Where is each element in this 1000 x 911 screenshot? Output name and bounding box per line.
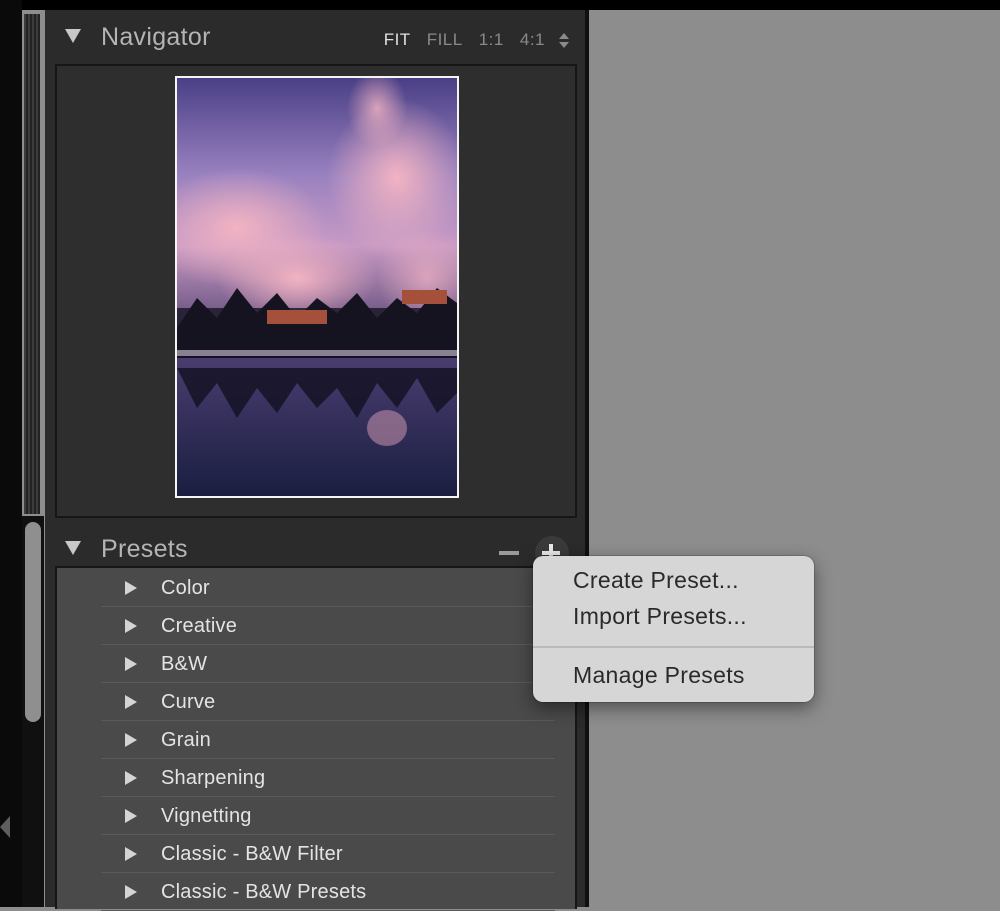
disclosure-triangle-right-icon[interactable]: [125, 771, 137, 785]
navigator-preview[interactable]: [55, 64, 577, 518]
zoom-fit[interactable]: FIT: [384, 30, 411, 50]
window-top-strip: [0, 0, 1000, 10]
menu-item-manage-presets[interactable]: Manage Presets: [573, 662, 745, 689]
disclosure-triangle-right-icon[interactable]: [125, 619, 137, 633]
disclosure-triangle-down-icon[interactable]: [65, 29, 81, 43]
disclosure-triangle-down-icon[interactable]: [65, 541, 81, 555]
preset-folder-label: Sharpening: [161, 767, 266, 789]
disclosure-triangle-right-icon[interactable]: [125, 581, 137, 595]
preset-folder-label: Vignetting: [161, 805, 252, 827]
panel-scrollbar-thumb[interactable]: [25, 522, 41, 722]
preset-folder-classic-bw-filter[interactable]: Classic - B&W Filter: [101, 834, 555, 873]
panel-grip[interactable]: [24, 14, 40, 514]
preset-folder-curve[interactable]: Curve: [101, 682, 555, 721]
navigator-title: Navigator: [101, 23, 211, 51]
preset-folder-vignetting[interactable]: Vignetting: [101, 796, 555, 835]
preset-folder-label: Color: [161, 577, 210, 599]
preset-folder-creative[interactable]: Creative: [101, 606, 555, 645]
remove-preset-minus-icon[interactable]: [499, 551, 519, 555]
disclosure-triangle-right-icon[interactable]: [125, 695, 137, 709]
navigator-photo[interactable]: [175, 76, 459, 498]
photo-image: [177, 78, 457, 496]
preset-folder-sharpening[interactable]: Sharpening: [101, 758, 555, 797]
preset-folder-label: Classic - B&W Presets: [161, 881, 367, 903]
disclosure-triangle-right-icon[interactable]: [125, 733, 137, 747]
preset-folder-label: Curve: [161, 691, 216, 713]
disclosure-triangle-right-icon[interactable]: [125, 847, 137, 861]
presets-title: Presets: [101, 535, 188, 563]
menu-item-create-preset[interactable]: Create Preset...: [573, 567, 739, 594]
zoom-fill[interactable]: FILL: [427, 30, 463, 50]
disclosure-triangle-right-icon[interactable]: [125, 885, 137, 899]
zoom-stepper-icon[interactable]: [559, 32, 569, 48]
preset-folder-label: Classic - B&W Filter: [161, 843, 343, 865]
left-panel: Navigator FIT FILL 1:1 4:1 Presets Color…: [45, 10, 589, 911]
preset-folder-label: B&W: [161, 653, 208, 675]
menu-item-import-presets[interactable]: Import Presets...: [573, 603, 747, 630]
preset-list: Color Creative B&W Curve Grain Sharpenin…: [55, 566, 577, 911]
preset-folder-label: Grain: [161, 729, 211, 751]
preset-folder-classic-bw-presets[interactable]: Classic - B&W Presets: [101, 872, 555, 911]
disclosure-triangle-right-icon[interactable]: [125, 657, 137, 671]
preset-folder-grain[interactable]: Grain: [101, 720, 555, 759]
navigator-header[interactable]: Navigator FIT FILL 1:1 4:1: [45, 10, 585, 62]
disclosure-triangle-right-icon[interactable]: [125, 809, 137, 823]
zoom-1-1[interactable]: 1:1: [479, 30, 504, 50]
preset-folder-label: Creative: [161, 615, 238, 637]
menu-separator: [533, 646, 814, 648]
add-preset-context-menu: Create Preset... Import Presets... Manag…: [533, 556, 814, 702]
collapse-left-panel-icon[interactable]: [0, 816, 10, 838]
zoom-4-1[interactable]: 4:1: [520, 30, 545, 50]
preset-folder-bw[interactable]: B&W: [101, 644, 555, 683]
left-panel-edge: [0, 0, 22, 907]
preset-folder-color[interactable]: Color: [101, 568, 555, 607]
navigator-zoom-options: FIT FILL 1:1 4:1: [368, 30, 569, 50]
